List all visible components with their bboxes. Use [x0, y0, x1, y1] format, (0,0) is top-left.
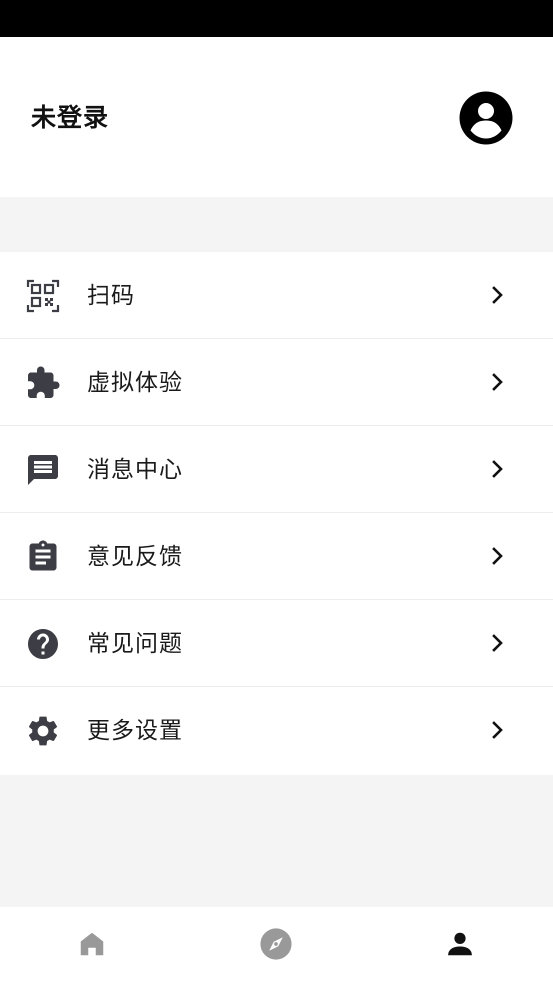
tab-discover[interactable] — [184, 907, 368, 984]
menu-item-message-center[interactable]: 消息中心 — [0, 426, 553, 513]
person-icon — [448, 932, 472, 956]
menu-item-label: 意见反馈 — [87, 544, 183, 570]
puzzle-icon — [25, 365, 61, 401]
chevron-right-icon — [486, 370, 510, 394]
chevron-right-icon — [486, 544, 510, 568]
menu-item-faq[interactable]: 常见问题 — [0, 600, 553, 687]
tab-profile[interactable] — [368, 907, 552, 984]
menu-item-label: 虚拟体验 — [87, 370, 183, 396]
menu-item-label: 消息中心 — [87, 457, 183, 483]
menu-item-virtual-experience[interactable]: 虚拟体验 — [0, 339, 553, 426]
menu-item-label: 扫码 — [87, 283, 135, 309]
menu-item-scan[interactable]: 扫码 — [0, 252, 553, 339]
menu-item-more-settings[interactable]: 更多设置 — [0, 687, 553, 775]
menu-item-feedback[interactable]: 意见反馈 — [0, 513, 553, 600]
profile-header[interactable]: 未登录 — [0, 37, 553, 197]
menu-item-label: 常见问题 — [87, 631, 183, 657]
chevron-right-icon — [486, 631, 510, 655]
menu-list: 扫码 虚拟体验 消息中心 意见反馈 常见问题 更多设置 — [0, 252, 553, 775]
bottom-nav — [0, 907, 553, 984]
profile-screen: 未登录 扫码 虚拟体验 消息中心 意见反馈 常见问题 更多设置 — [0, 0, 553, 984]
help-circle-icon — [25, 626, 61, 662]
chevron-right-icon — [486, 283, 510, 307]
gear-icon — [25, 713, 61, 749]
chevron-right-icon — [486, 718, 510, 742]
qr-scan-icon — [25, 278, 61, 314]
status-bar — [0, 0, 553, 37]
tab-home[interactable] — [0, 907, 184, 984]
menu-item-label: 更多设置 — [87, 718, 183, 744]
login-status-label[interactable]: 未登录 — [31, 101, 109, 135]
compass-icon — [260, 928, 292, 960]
account-circle-icon[interactable] — [458, 90, 514, 146]
home-icon — [80, 932, 104, 956]
chevron-right-icon — [486, 457, 510, 481]
message-icon — [25, 452, 61, 488]
clipboard-icon — [25, 539, 61, 575]
